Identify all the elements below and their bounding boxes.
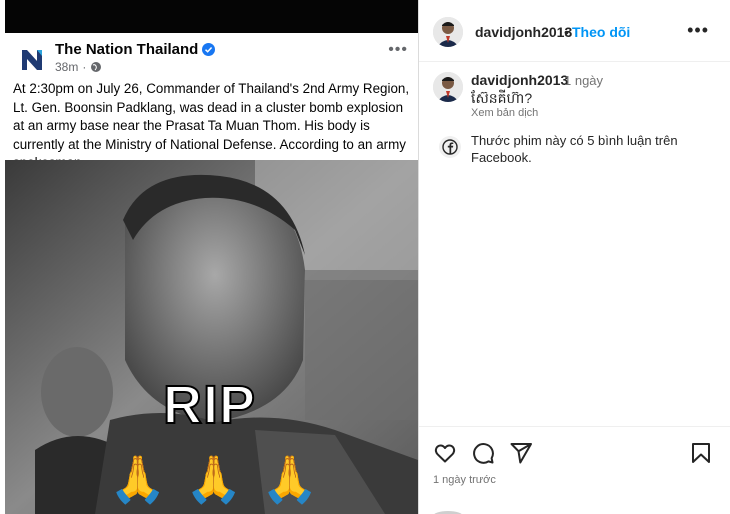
caption-avatar[interactable]	[433, 72, 463, 102]
rip-overlay-text: RIP	[162, 374, 257, 436]
praying-hands-icon: 🙏	[109, 453, 167, 505]
header-separator: •	[564, 24, 569, 40]
see-translation-link[interactable]: Xem bản dịch	[471, 107, 538, 119]
praying-hands-icon: 🙏	[185, 453, 243, 505]
post-actions-footer: 1 ngày trước	[419, 426, 730, 514]
facebook-icon	[439, 136, 461, 158]
post-media[interactable]: The Nation Thailand 38m · ••• At 2:30pm …	[5, 0, 418, 514]
bookmark-icon[interactable]	[689, 441, 713, 465]
post-time: 1 ngày trước	[433, 474, 496, 486]
facebook-comments-notice[interactable]: Thước phim này có 5 bình luận trên Faceb…	[471, 132, 711, 166]
follow-button[interactable]: Theo dõi	[572, 24, 630, 40]
embedded-facebook-post: The Nation Thailand 38m · ••• At 2:30pm …	[5, 33, 418, 170]
caption-time: 1 ngày	[564, 73, 604, 88]
soldier-photo: RIP 🙏 🙏 🙏	[5, 160, 418, 514]
caption-username[interactable]: davidjonh2013	[471, 72, 568, 88]
heart-icon[interactable]	[433, 441, 457, 465]
comment-icon[interactable]	[471, 441, 495, 465]
fb-post-time: 38m	[55, 60, 79, 74]
praying-hands-icon: 🙏	[261, 453, 319, 505]
media-top-bar	[5, 0, 418, 33]
avatar-image	[433, 72, 463, 102]
fb-page-name-row: The Nation Thailand	[55, 41, 216, 58]
verified-badge-icon	[202, 43, 216, 56]
share-icon[interactable]	[509, 441, 533, 465]
globe-icon	[91, 62, 102, 72]
fb-page-name: The Nation Thailand	[55, 41, 199, 58]
post-header: davidjonh2013 • Theo dõi •••	[419, 0, 730, 62]
post-details-panel: davidjonh2013 • Theo dõi ••• davidjonh20…	[418, 0, 730, 514]
avatar-image	[433, 17, 463, 47]
avatar[interactable]	[433, 17, 463, 47]
fb-more-icon: •••	[388, 41, 408, 58]
fb-post-meta: 38m ·	[55, 60, 102, 74]
header-username[interactable]: davidjonh2013	[475, 24, 572, 40]
nation-thailand-logo	[18, 46, 46, 74]
more-horizontal-icon[interactable]: •••	[687, 20, 709, 41]
